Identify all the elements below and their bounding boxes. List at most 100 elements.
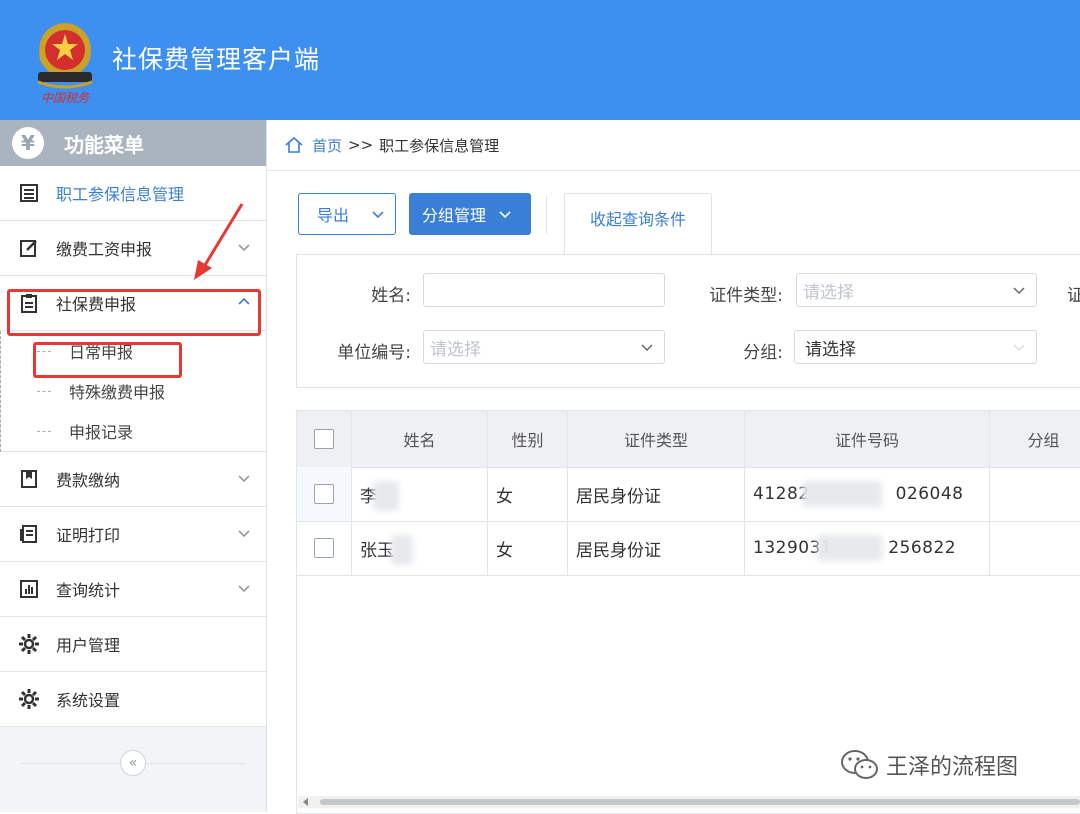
id-type-label: 证件类型: — [709, 286, 783, 306]
breadcrumb-home-link[interactable]: 首页 — [312, 135, 342, 156]
name-input[interactable] — [423, 273, 665, 307]
row-select-cell — [297, 467, 352, 521]
chevron-down-icon — [499, 211, 511, 219]
id-number-suffix: 256822 — [888, 538, 957, 558]
select-all-cell — [297, 411, 352, 467]
name-label: 姓名: — [371, 286, 411, 306]
chevron-down-icon — [641, 344, 653, 352]
edit-icon — [18, 237, 40, 259]
sidebar-item-certificate-print[interactable]: 证明打印 — [0, 507, 266, 562]
tab-collapse-query-label: 收起查询条件 — [589, 210, 686, 229]
table-header: 姓名 性别 证件类型 证件号码 分组 — [297, 411, 1080, 468]
column-header-id-type[interactable]: 证件类型 — [568, 411, 745, 467]
table-row[interactable]: 张玉 女 居民身份证 1329031 256822 — [297, 521, 1080, 576]
tax-emblem-logo: 中国税务 — [30, 16, 100, 106]
app-title: 社保费管理客户端 — [112, 45, 321, 74]
group-label: 分组: — [743, 343, 783, 363]
chevron-down-icon — [238, 475, 250, 483]
id-type-cell: 居民身份证 — [568, 521, 745, 575]
query-panel: 姓名: 证件类型: 请选择 证 单位编号: 请选择 分组: 请选择 — [296, 254, 1080, 388]
sidebar-item-system-settings[interactable]: 系统设置 — [0, 672, 266, 727]
column-header-id-number[interactable]: 证件号码 — [745, 411, 990, 467]
breadcrumb: 首页 >> 职工参保信息管理 — [266, 120, 1080, 171]
tree-connector — [37, 391, 51, 392]
logo-text: 中国税务 — [41, 91, 90, 105]
redaction-blur — [802, 481, 882, 507]
breadcrumb-separator: >> — [348, 136, 374, 154]
group-cell — [990, 467, 1080, 521]
sidebar-item-fee-payment[interactable]: 费款缴纳 — [0, 452, 266, 507]
horizontal-scrollbar[interactable] — [298, 796, 1080, 808]
breadcrumb-current: 职工参保信息管理 — [379, 136, 500, 155]
redaction-blur — [817, 535, 883, 561]
sidebar-item-label: 费款缴纳 — [56, 471, 121, 490]
group-select-value: 请选择 — [805, 339, 856, 360]
gear-icon — [18, 633, 40, 655]
group-management-label: 分组管理 — [422, 206, 487, 225]
gender-cell: 女 — [488, 521, 568, 575]
id-number-suffix: 026048 — [895, 484, 964, 504]
id-type-placeholder: 请选择 — [803, 282, 854, 303]
home-icon[interactable] — [284, 135, 304, 155]
row-checkbox[interactable] — [314, 484, 334, 504]
chevron-down-icon — [238, 530, 250, 538]
unit-code-select[interactable]: 请选择 — [423, 330, 665, 364]
sidebar-item-label: 用户管理 — [56, 636, 121, 655]
submenu-item-declaration-records[interactable]: 申报记录 — [1, 411, 266, 452]
sidebar-item-label: 证明打印 — [56, 526, 121, 545]
gear-icon — [18, 688, 40, 710]
bookmark-icon — [18, 468, 40, 490]
sidebar-item-user-management[interactable]: 用户管理 — [0, 617, 266, 672]
gender-cell: 女 — [488, 467, 568, 521]
annotation-highlight-submenu — [33, 342, 182, 378]
sidebar-item-label: 查询统计 — [56, 581, 121, 600]
column-header-group[interactable]: 分组 — [990, 411, 1080, 467]
scrollbar-thumb[interactable] — [320, 799, 1080, 805]
tree-connector — [37, 431, 51, 432]
row-select-cell — [297, 521, 352, 575]
scroll-left-arrow-icon[interactable] — [302, 798, 310, 806]
document-icon — [18, 523, 40, 545]
id-number-label-partial: 证 — [1067, 286, 1080, 306]
unit-code-placeholder: 请选择 — [430, 339, 481, 360]
chevron-down-icon — [372, 211, 384, 219]
id-type-cell: 居民身份证 — [568, 467, 745, 521]
group-cell — [990, 521, 1080, 575]
watermark-text: 王泽的流程图 — [886, 755, 1019, 780]
group-select[interactable]: 请选择 — [794, 330, 1037, 364]
column-header-name[interactable]: 姓名 — [352, 411, 488, 467]
bar-chart-icon — [18, 578, 40, 600]
yen-icon: ¥ — [12, 127, 44, 159]
wechat-icon — [841, 750, 878, 779]
menu-title-label: 功能菜单 — [64, 132, 144, 157]
chevron-down-icon — [238, 585, 250, 593]
group-management-button[interactable]: 分组管理 — [409, 193, 531, 235]
submenu-item-label: 申报记录 — [69, 423, 134, 442]
chevron-down-icon — [1013, 344, 1025, 352]
menu-title: ¥ 功能菜单 — [0, 120, 266, 166]
sidebar-item-label: 系统设置 — [56, 691, 121, 710]
redaction-blur — [373, 481, 399, 511]
id-type-select[interactable]: 请选择 — [796, 273, 1037, 307]
name-cell: 张玉 — [352, 521, 488, 575]
tab-collapse-query[interactable]: 收起查询条件 — [564, 193, 712, 255]
redaction-blur — [391, 535, 413, 565]
collapse-sidebar-button[interactable]: « — [120, 750, 146, 776]
select-all-checkbox[interactable] — [314, 429, 334, 449]
column-header-gender[interactable]: 性别 — [488, 411, 568, 467]
app-header: 中国税务 社保费管理客户端 — [0, 0, 1080, 120]
export-button[interactable]: 导出 — [298, 193, 396, 235]
sidebar-item-label: 缴费工资申报 — [56, 240, 153, 259]
annotation-arrow-icon — [194, 203, 244, 280]
sidebar-item-label: 职工参保信息管理 — [56, 185, 185, 204]
toolbar-divider — [546, 196, 547, 234]
row-checkbox[interactable] — [314, 538, 334, 558]
list-icon — [18, 182, 40, 204]
submenu-item-label: 特殊缴费申报 — [69, 383, 166, 402]
chevron-down-icon — [1013, 287, 1025, 295]
annotation-highlight-menu — [7, 289, 261, 336]
table-row[interactable]: 李 女 居民身份证 41282 026048 — [297, 467, 1080, 522]
sidebar-item-query-statistics[interactable]: 查询统计 — [0, 562, 266, 617]
unit-code-label: 单位编号: — [337, 343, 411, 363]
wechat-watermark: 王泽的流程图 — [840, 748, 1018, 782]
